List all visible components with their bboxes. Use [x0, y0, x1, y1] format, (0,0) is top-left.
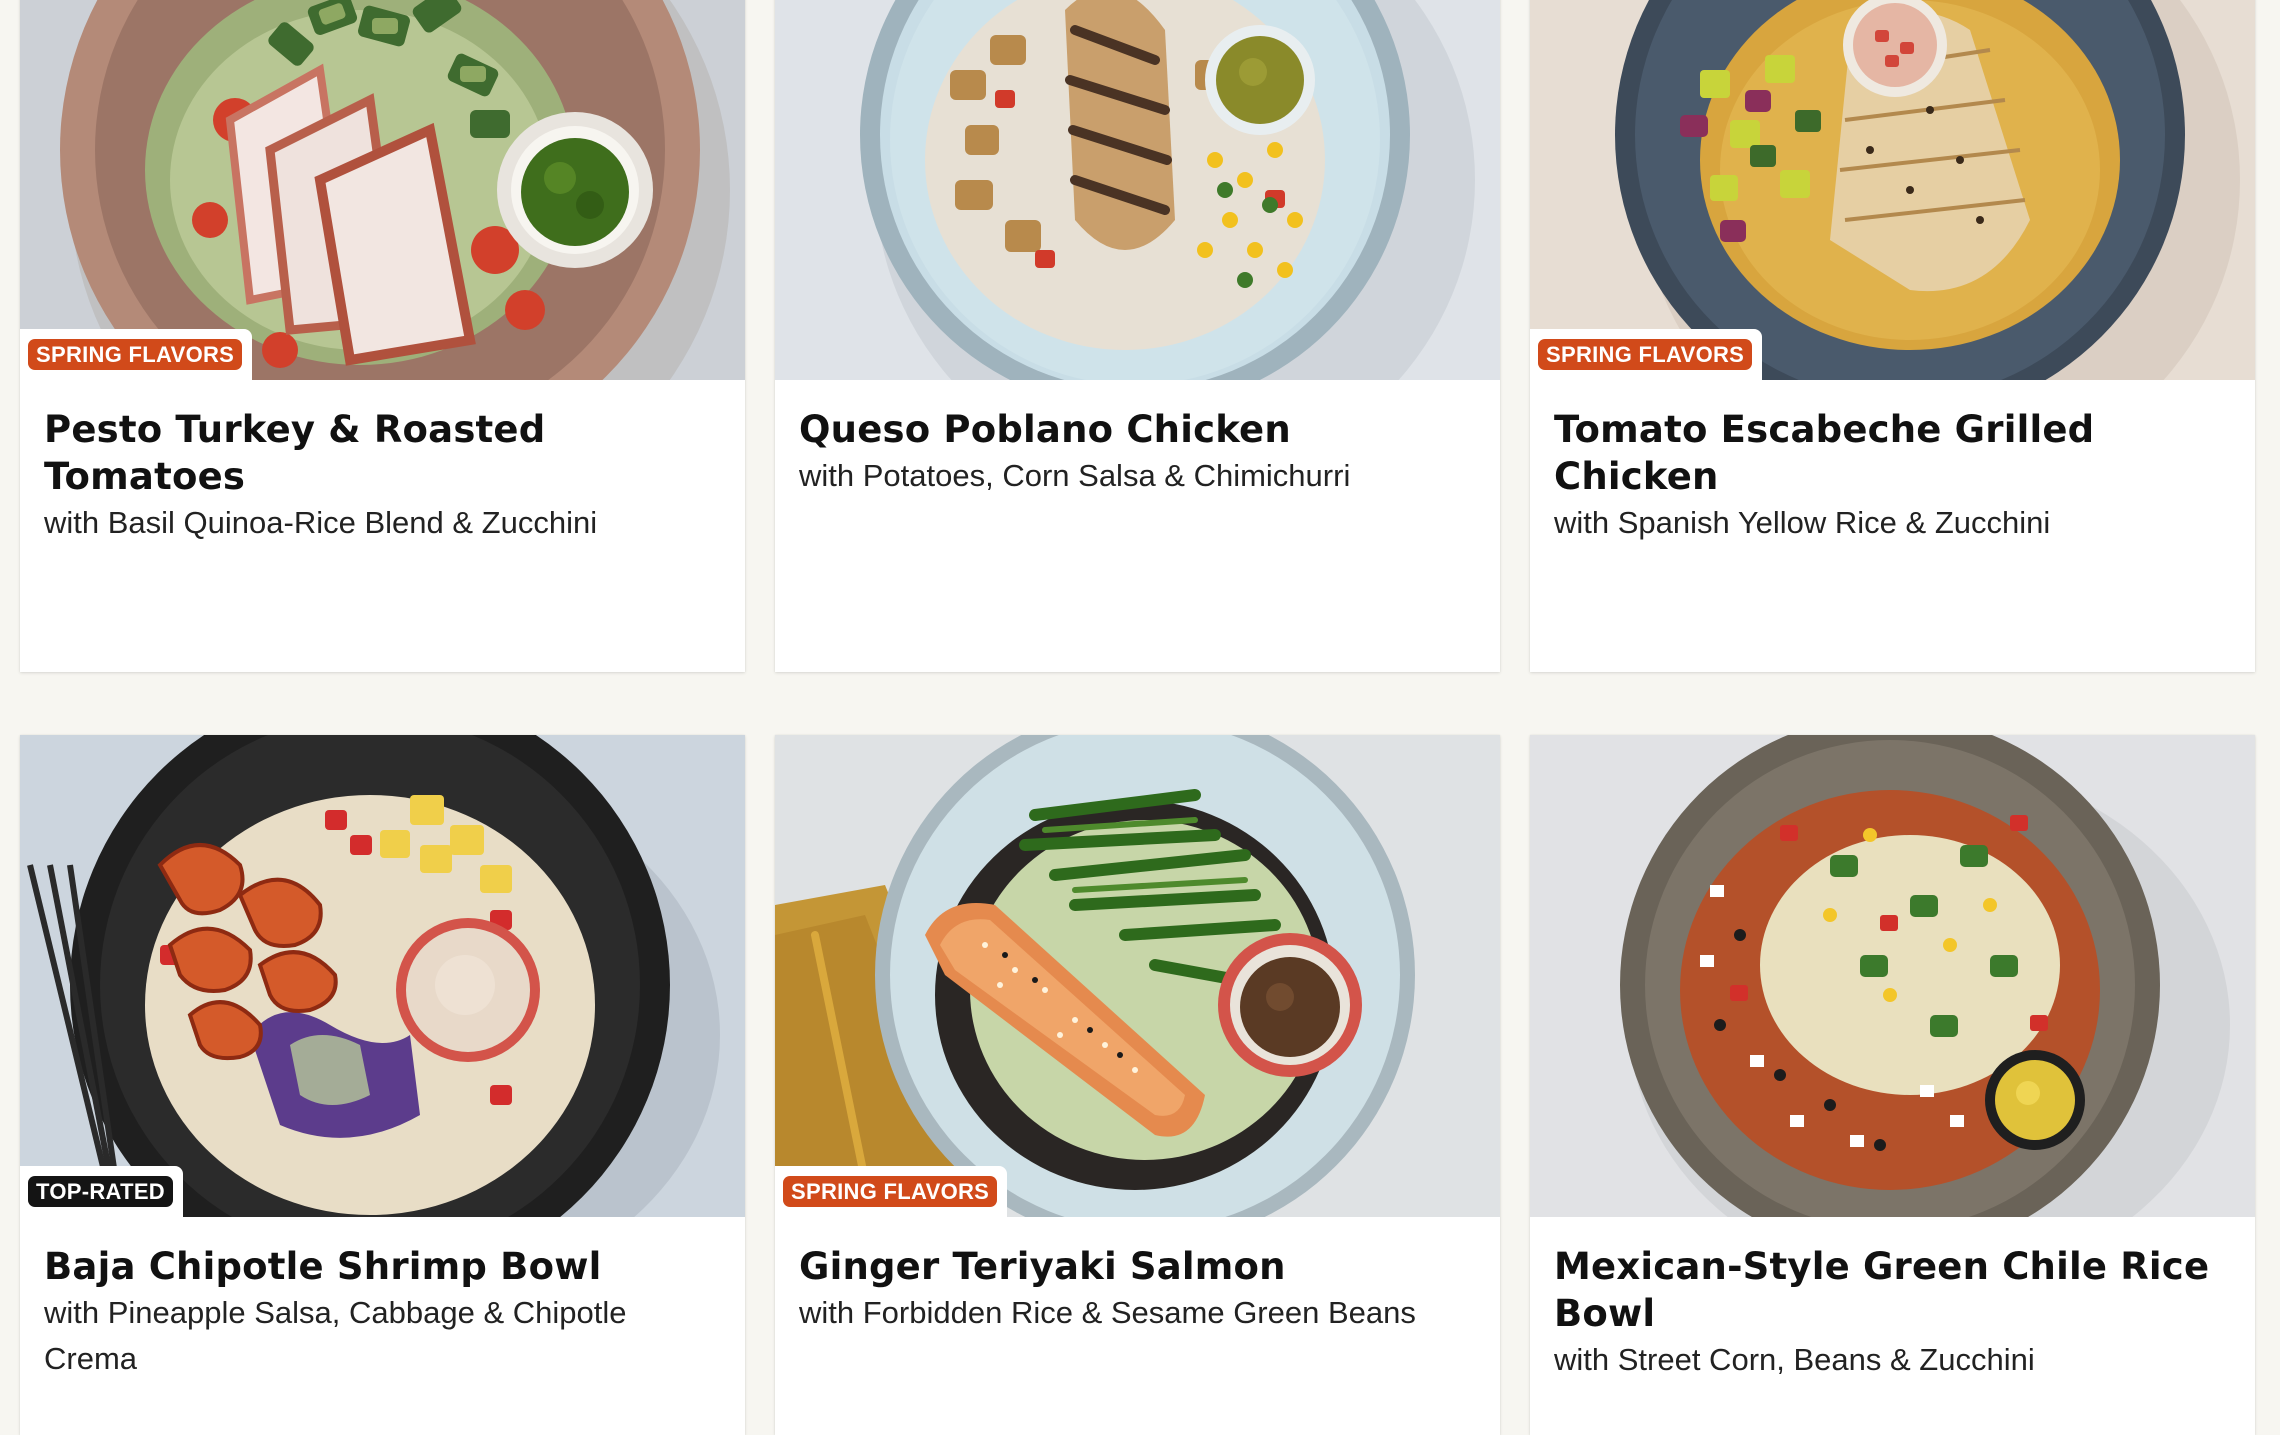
meal-photo-illustration: [775, 0, 1500, 380]
meal-photo-illustration: [775, 735, 1500, 1217]
card-text: Ginger Teriyaki Salmon with Forbidden Ri…: [775, 1217, 1500, 1336]
badge-container: SPRING FLAVORS: [1530, 329, 1763, 380]
meal-subtitle: with Spanish Yellow Rice & Zucchini: [1554, 505, 2051, 540]
meal-photo: SPRING FLAVORS: [20, 0, 745, 380]
meal-photo-illustration: [20, 0, 745, 380]
card-text: Tomato Escabeche Grilled Chicken with Sp…: [1530, 380, 2255, 546]
card-text: Queso Poblano Chicken with Potatoes, Cor…: [775, 380, 1500, 499]
meal-photo: TOP-RATED: [20, 735, 745, 1217]
badge-container: SPRING FLAVORS: [20, 329, 253, 380]
meal-subtitle: with Street Corn, Beans & Zucchini: [1554, 1342, 2035, 1377]
meal-card-tomato-escabeche[interactable]: SPRING FLAVORS Tomato Escabeche Grilled …: [1530, 0, 2255, 672]
card-text: Pesto Turkey & Roasted Tomatoes with Bas…: [20, 380, 745, 546]
meal-subtitle: with Potatoes, Corn Salsa & Chimichurri: [799, 458, 1351, 493]
top-rated-badge: TOP-RATED: [28, 1176, 173, 1207]
meal-photo-illustration: [20, 735, 745, 1217]
meal-card-teriyaki-salmon[interactable]: SPRING FLAVORS Ginger Teriyaki Salmon wi…: [775, 735, 1500, 1435]
meal-card-pesto-turkey[interactable]: SPRING FLAVORS Pesto Turkey & Roasted To…: [20, 0, 745, 672]
meal-card-green-chile-rice[interactable]: Mexican-Style Green Chile Rice Bowl with…: [1530, 735, 2255, 1435]
meal-card-queso-poblano[interactable]: Queso Poblano Chicken with Potatoes, Cor…: [775, 0, 1500, 672]
meal-title[interactable]: Ginger Teriyaki Salmon: [799, 1243, 1476, 1290]
meal-grid: SPRING FLAVORS Pesto Turkey & Roasted To…: [0, 0, 2280, 1435]
meal-photo-illustration: [1530, 735, 2255, 1217]
meal-card-baja-shrimp[interactable]: TOP-RATED Baja Chipotle Shrimp Bowl with…: [20, 735, 745, 1435]
spring-flavors-badge: SPRING FLAVORS: [783, 1176, 998, 1207]
badge-container: SPRING FLAVORS: [775, 1166, 1008, 1217]
meal-photo: [1530, 735, 2255, 1217]
spring-flavors-badge: SPRING FLAVORS: [28, 339, 243, 370]
badge-container: TOP-RATED: [20, 1166, 183, 1217]
meal-photo: [775, 0, 1500, 380]
card-text: Mexican-Style Green Chile Rice Bowl with…: [1530, 1217, 2255, 1383]
meal-photo: SPRING FLAVORS: [775, 735, 1500, 1217]
meal-subtitle: with Basil Quinoa-Rice Blend & Zucchini: [44, 505, 598, 540]
meal-subtitle: with Pineapple Salsa, Cabbage & Chipotle…: [44, 1295, 627, 1376]
meal-title[interactable]: Tomato Escabeche Grilled Chicken: [1554, 406, 2231, 500]
meal-title[interactable]: Mexican-Style Green Chile Rice Bowl: [1554, 1243, 2231, 1337]
meal-subtitle: with Forbidden Rice & Sesame Green Beans: [799, 1295, 1416, 1330]
meal-photo: SPRING FLAVORS: [1530, 0, 2255, 380]
meal-photo-illustration: [1530, 0, 2255, 380]
meal-title[interactable]: Baja Chipotle Shrimp Bowl: [44, 1243, 721, 1290]
meal-title[interactable]: Pesto Turkey & Roasted Tomatoes: [44, 406, 721, 500]
card-text: Baja Chipotle Shrimp Bowl with Pineapple…: [20, 1217, 745, 1382]
meal-title[interactable]: Queso Poblano Chicken: [799, 406, 1476, 453]
spring-flavors-badge: SPRING FLAVORS: [1538, 339, 1753, 370]
